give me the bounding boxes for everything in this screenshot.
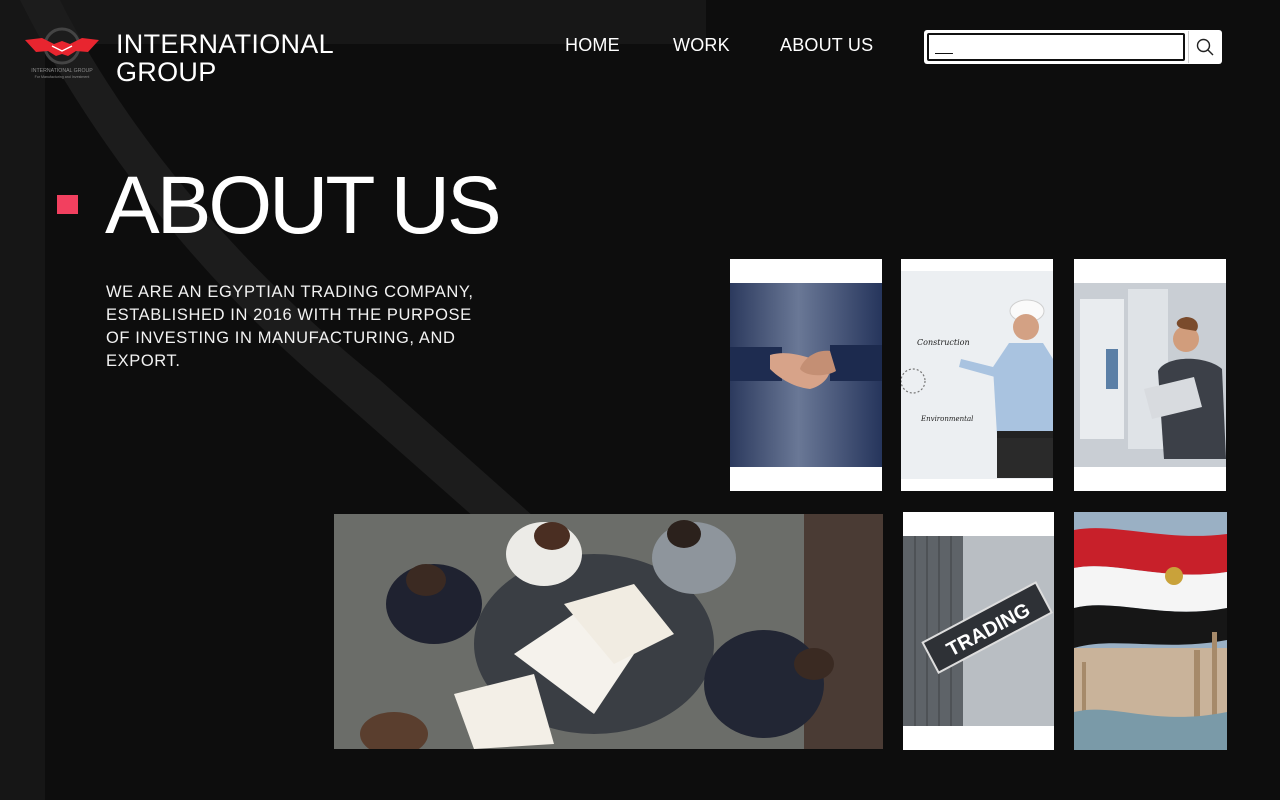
search-icon xyxy=(1196,38,1214,56)
brand-name-line2: GROUP xyxy=(116,57,217,87)
handshake-photo xyxy=(730,259,882,491)
laptop-factory-photo xyxy=(1074,259,1226,491)
engineer-label-environmental: Environmental xyxy=(920,415,973,423)
logo-subtext: For Manufacturing and Investment xyxy=(35,75,90,79)
engineer-label-construction: Construction xyxy=(917,338,970,347)
engineer-photo: Construction Environmental xyxy=(901,259,1053,491)
egypt-flag-photo xyxy=(1074,512,1227,750)
page-title: ABOUT US xyxy=(105,160,502,251)
search-bar xyxy=(924,30,1222,64)
trading-building-photo: TRADING xyxy=(903,512,1054,750)
logo-text: INTERNATIONAL GROUP xyxy=(31,68,93,74)
brand-name: INTERNATIONAL GROUP xyxy=(116,30,334,86)
accent-square xyxy=(57,195,78,214)
search-input[interactable] xyxy=(927,33,1185,61)
search-button[interactable] xyxy=(1188,31,1221,63)
brand-name-line1: INTERNATIONAL xyxy=(116,29,334,59)
nav-home[interactable]: HOME xyxy=(565,35,620,56)
background-left-band xyxy=(0,0,45,800)
nav-work[interactable]: WORK xyxy=(673,35,730,56)
company-logo[interactable]: INTERNATIONAL GROUP For Manufacturing an… xyxy=(22,24,102,84)
intro-text: WE ARE AN EGYPTIAN TRADING COMPANY, ESTA… xyxy=(106,283,474,370)
team-meeting-photo xyxy=(334,514,883,749)
nav-about-us[interactable]: ABOUT US xyxy=(780,35,873,56)
